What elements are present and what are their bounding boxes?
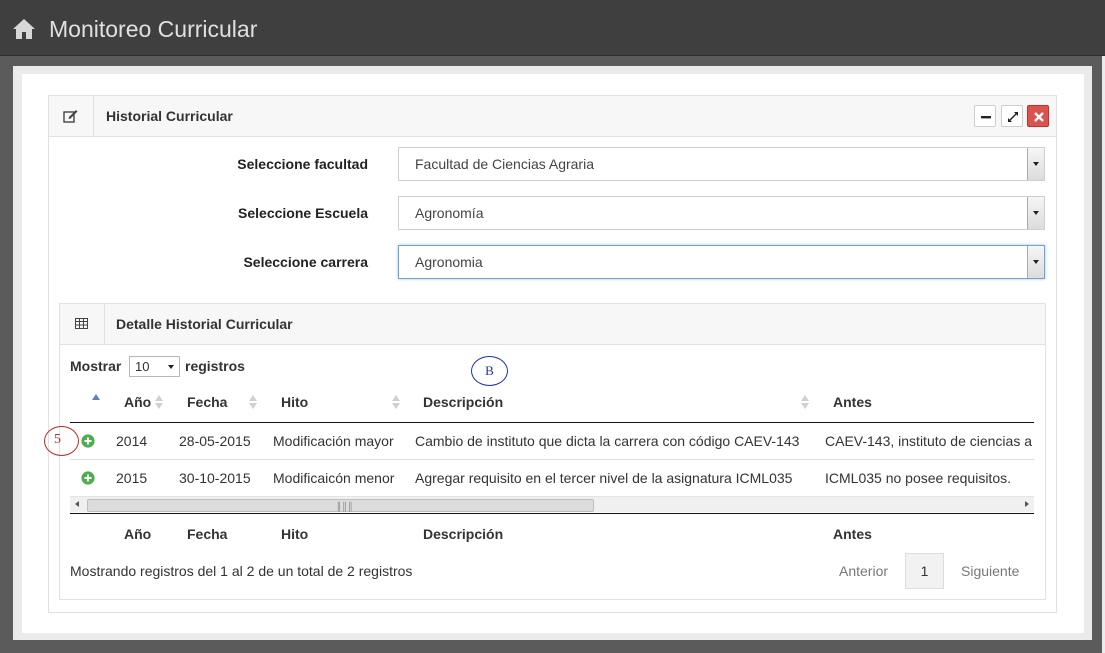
column-hito[interactable]: Hito	[281, 394, 308, 410]
table-info: Mostrando registros del 1 al 2 de un tot…	[70, 563, 413, 579]
cell-antes: CAEV-143, instituto de ciencias a	[825, 433, 1033, 449]
plus-circle-icon[interactable]	[80, 470, 96, 486]
row-divider	[70, 459, 1034, 460]
pagination-previous[interactable]: Anterior	[839, 553, 888, 589]
cell-descripcion: Agregar requisito en el tercer nivel de …	[415, 470, 793, 486]
header-divider	[70, 422, 1034, 423]
minus-icon	[981, 116, 991, 119]
footer-divider	[70, 513, 1034, 514]
cell-fecha: 30-10-2015	[179, 470, 251, 486]
facultad-value: Facultad de Ciencias Agraria	[415, 156, 594, 172]
historial-header: Historial Curricular	[49, 96, 1056, 137]
escuela-label: Seleccione Escuela	[238, 205, 368, 221]
carrera-label: Seleccione carrera	[243, 254, 368, 270]
length-prefix: Mostrar	[70, 358, 122, 374]
table-icon-cell	[60, 304, 105, 345]
column-fecha[interactable]: Fecha	[187, 394, 227, 410]
length-value: 10	[135, 359, 150, 374]
close-icon	[1034, 112, 1044, 122]
scroll-left-icon[interactable]	[75, 501, 79, 507]
home-icon[interactable]	[12, 18, 36, 40]
length-suffix: registros	[185, 358, 245, 374]
carrera-value: Agronomia	[415, 254, 483, 270]
annotation-b-label: B	[485, 363, 494, 378]
footer-column-antes: Antes	[833, 526, 872, 542]
chevron-down-icon[interactable]	[1027, 197, 1044, 229]
detalle-title: Detalle Historial Curricular	[116, 316, 293, 332]
edit-icon	[63, 110, 78, 123]
cell-hito: Modificación mayor	[273, 433, 394, 449]
sort-both-icon[interactable]	[392, 395, 400, 409]
facultad-select[interactable]: Facultad de Ciencias Agraria	[398, 147, 1045, 181]
column-descripcion[interactable]: Descripción	[423, 394, 503, 410]
historial-title: Historial Curricular	[106, 108, 233, 124]
scrollbar-thumb[interactable]: ║║║	[87, 499, 594, 512]
chevron-down-icon[interactable]	[1027, 246, 1044, 278]
cell-anio: 2014	[116, 433, 148, 449]
carrera-select[interactable]: Agronomia	[398, 245, 1045, 279]
page-number: 1	[920, 563, 929, 579]
scroll-right-icon[interactable]	[1025, 501, 1029, 507]
annotation-circle-5: 5	[44, 426, 79, 456]
chevron-down-icon[interactable]	[1027, 148, 1044, 180]
footer-column-descripcion: Descripción	[423, 526, 504, 542]
pagination-page[interactable]: 1	[905, 553, 944, 589]
sort-both-icon[interactable]	[801, 395, 809, 409]
cell-anio: 2015	[116, 470, 148, 486]
cell-descripcion: Cambio de instituto que dicta la carrera…	[415, 433, 800, 449]
column-antes[interactable]: Antes	[833, 394, 872, 410]
footer-column-fecha: Fecha	[187, 526, 228, 542]
escuela-select[interactable]: Agronomía	[398, 196, 1045, 230]
sort-both-icon[interactable]	[155, 395, 163, 409]
expand-icon	[1008, 112, 1018, 122]
detalle-box: Detalle Historial Curricular	[59, 303, 1046, 600]
sort-both-icon[interactable]	[249, 395, 257, 409]
cell-antes: ICML035 no posee requisitos.	[825, 470, 1011, 486]
expand-button[interactable]	[1001, 105, 1023, 127]
column-anio[interactable]: Año	[124, 394, 151, 410]
app-title: Monitoreo Curricular	[49, 16, 258, 42]
plus-circle-icon[interactable]	[80, 433, 96, 449]
pagination-next[interactable]: Siguiente	[961, 553, 1019, 589]
detalle-header: Detalle Historial Curricular	[60, 304, 1045, 345]
annotation-circle-b: B	[471, 356, 508, 386]
close-button[interactable]	[1027, 105, 1049, 127]
minimize-button[interactable]	[974, 105, 996, 127]
facultad-label: Seleccione facultad	[237, 156, 368, 172]
footer-column-hito: Hito	[281, 526, 309, 542]
app-header: Monitoreo Curricular	[0, 0, 1105, 56]
table-icon	[75, 318, 88, 329]
length-select[interactable]: 10	[129, 356, 180, 377]
edit-icon-cell	[49, 96, 94, 137]
annotation-5-label: 5	[54, 432, 61, 447]
footer-column-anio: Año	[124, 526, 152, 542]
cell-fecha: 28-05-2015	[179, 433, 251, 449]
table-horizontal-scrollbar[interactable]: ║║║	[70, 496, 1034, 512]
escuela-value: Agronomía	[415, 205, 484, 221]
sort-asc-icon[interactable]	[92, 394, 100, 400]
cell-hito: Modificaicón menor	[273, 470, 395, 486]
